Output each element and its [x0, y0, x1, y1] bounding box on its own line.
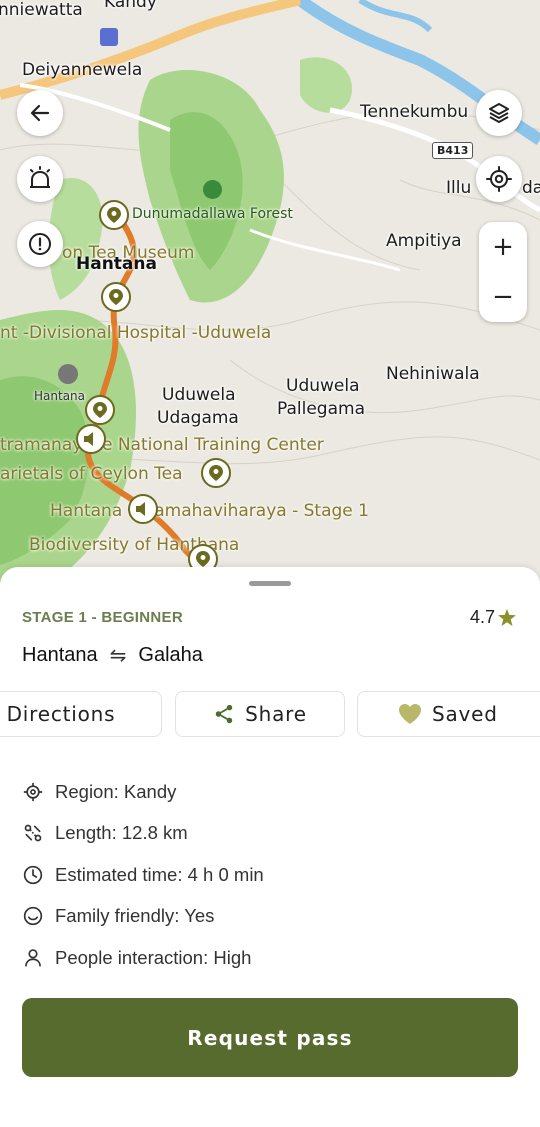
location-pin-icon — [109, 289, 123, 305]
trail-pin-3[interactable] — [85, 395, 115, 425]
request-pass-button[interactable]: Request pass — [22, 998, 518, 1077]
share-label: Share — [245, 702, 307, 726]
directions-button[interactable]: Directions — [0, 691, 162, 737]
map-label-ampitiya: Ampitiya — [386, 231, 462, 251]
map-label-uduwela-udagama-2: Udagama — [157, 408, 239, 428]
trail-pin-audio-2[interactable] — [128, 494, 158, 524]
back-button[interactable] — [17, 90, 63, 136]
report-button[interactable] — [17, 221, 63, 267]
sheet-drag-handle[interactable] — [249, 581, 291, 586]
info-region: Region: Kandy — [22, 771, 264, 813]
info-length-text: Length: 12.8 km — [55, 822, 188, 844]
crosshair-icon — [486, 166, 512, 192]
layers-icon — [489, 103, 509, 123]
info-time: Estimated time: 4 h 0 min — [22, 854, 264, 896]
tree-poi-icon — [203, 180, 222, 199]
zoom-in-button[interactable]: + — [479, 222, 527, 272]
rating-value: 4.7 — [469, 607, 495, 627]
info-length: Length: 12.8 km — [22, 813, 264, 855]
map-label-tennekumbu: Tennekumbu — [360, 102, 469, 122]
info-region-text: Region: Kandy — [55, 780, 177, 802]
map-label-uduwela-pallegama-1: Uduwela — [286, 376, 360, 396]
saved-label: Saved — [432, 702, 498, 726]
map-label-hantana-town: Hantana — [76, 254, 157, 274]
speaker-icon — [136, 502, 145, 516]
zoom-out-button[interactable]: − — [479, 272, 527, 322]
route-from: Hantana — [22, 643, 98, 666]
layers-button[interactable] — [476, 90, 522, 136]
road-badge: B413 — [432, 142, 474, 159]
map-label-forest: Dunumadallawa Forest — [132, 206, 293, 222]
info-people-text: People interaction: High — [55, 946, 252, 968]
info-family-text: Family friendly: Yes — [55, 905, 215, 927]
map-label-dar: dar — [522, 178, 540, 198]
map-label-uduwela-pallegama-2: Pallegama — [277, 399, 365, 419]
map-view[interactable]: nniewatta Kandy Deiyannewela Tennekumbu … — [0, 0, 540, 600]
length-icon — [22, 822, 44, 844]
location-pin-icon — [196, 551, 210, 567]
my-location-button[interactable] — [476, 156, 522, 202]
map-label-training-center: tramanayake National Training Center — [0, 435, 324, 455]
smile-icon — [22, 905, 44, 927]
map-label-nehiniwala: Nehiniwala — [386, 364, 480, 384]
location-pin-icon — [93, 402, 107, 418]
directions-label: Directions — [6, 702, 116, 726]
speaker-icon — [84, 432, 93, 446]
trail-pin-2[interactable] — [101, 282, 131, 312]
map-label-niewatta: nniewatta — [0, 0, 83, 20]
alert-circle-icon — [29, 233, 51, 255]
clock-icon — [22, 864, 44, 886]
region-icon — [22, 781, 44, 803]
trail-info-list: Region: Kandy Length: 12.8 km Estimated … — [22, 771, 264, 979]
map-label-stage1: Hantana Rajamahaviharaya - Stage 1 — [50, 501, 369, 521]
map-label-hantana-peak: Hantana — [34, 389, 85, 403]
map-label-illu: Illu — [446, 178, 472, 198]
arrow-left-icon — [30, 104, 50, 122]
trail-pin-audio[interactable] — [76, 424, 106, 454]
info-time-text: Estimated time: 4 h 0 min — [55, 863, 264, 885]
alarm-button[interactable] — [17, 156, 63, 202]
map-label-uduwela-udagama-1: Uduwela — [162, 385, 236, 405]
stage-label: STAGE 1 - BEGINNER — [22, 609, 183, 626]
zoom-control: + − — [479, 222, 527, 322]
trail-detail-sheet: STAGE 1 - BEGINNER 4.7 Hantana ⇋ Galaha … — [0, 567, 540, 1127]
rating: 4.7 — [470, 607, 516, 628]
person-icon — [22, 947, 44, 969]
route-to: Galaha — [138, 643, 203, 666]
location-pin-icon — [107, 207, 121, 223]
info-people: People interaction: High — [22, 937, 264, 979]
peak-icon — [58, 364, 78, 384]
map-label-hospital: nt -Divisional Hospital -Uduwela — [0, 323, 272, 343]
heart-icon — [399, 704, 421, 724]
saved-button[interactable]: Saved — [357, 691, 540, 737]
swap-arrows-icon: ⇋ — [109, 643, 127, 667]
map-label-deiyannewela: Deiyannewela — [22, 60, 143, 80]
info-family: Family friendly: Yes — [22, 896, 264, 938]
alarm-icon — [30, 166, 50, 188]
location-pin-icon — [209, 465, 223, 481]
action-buttons-row: Directions Share Saved — [0, 691, 540, 739]
route-title: Hantana ⇋ Galaha — [22, 643, 203, 667]
star-icon — [498, 609, 516, 626]
share-icon — [215, 704, 233, 724]
trail-pin-1[interactable] — [99, 200, 129, 230]
map-label-ceylon-tea: arietals of Ceylon Tea — [0, 464, 183, 484]
train-station-icon — [100, 28, 118, 46]
share-button[interactable]: Share — [175, 691, 345, 737]
trail-pin-4[interactable] — [201, 458, 231, 488]
map-label-kandy: Kandy — [104, 0, 157, 12]
